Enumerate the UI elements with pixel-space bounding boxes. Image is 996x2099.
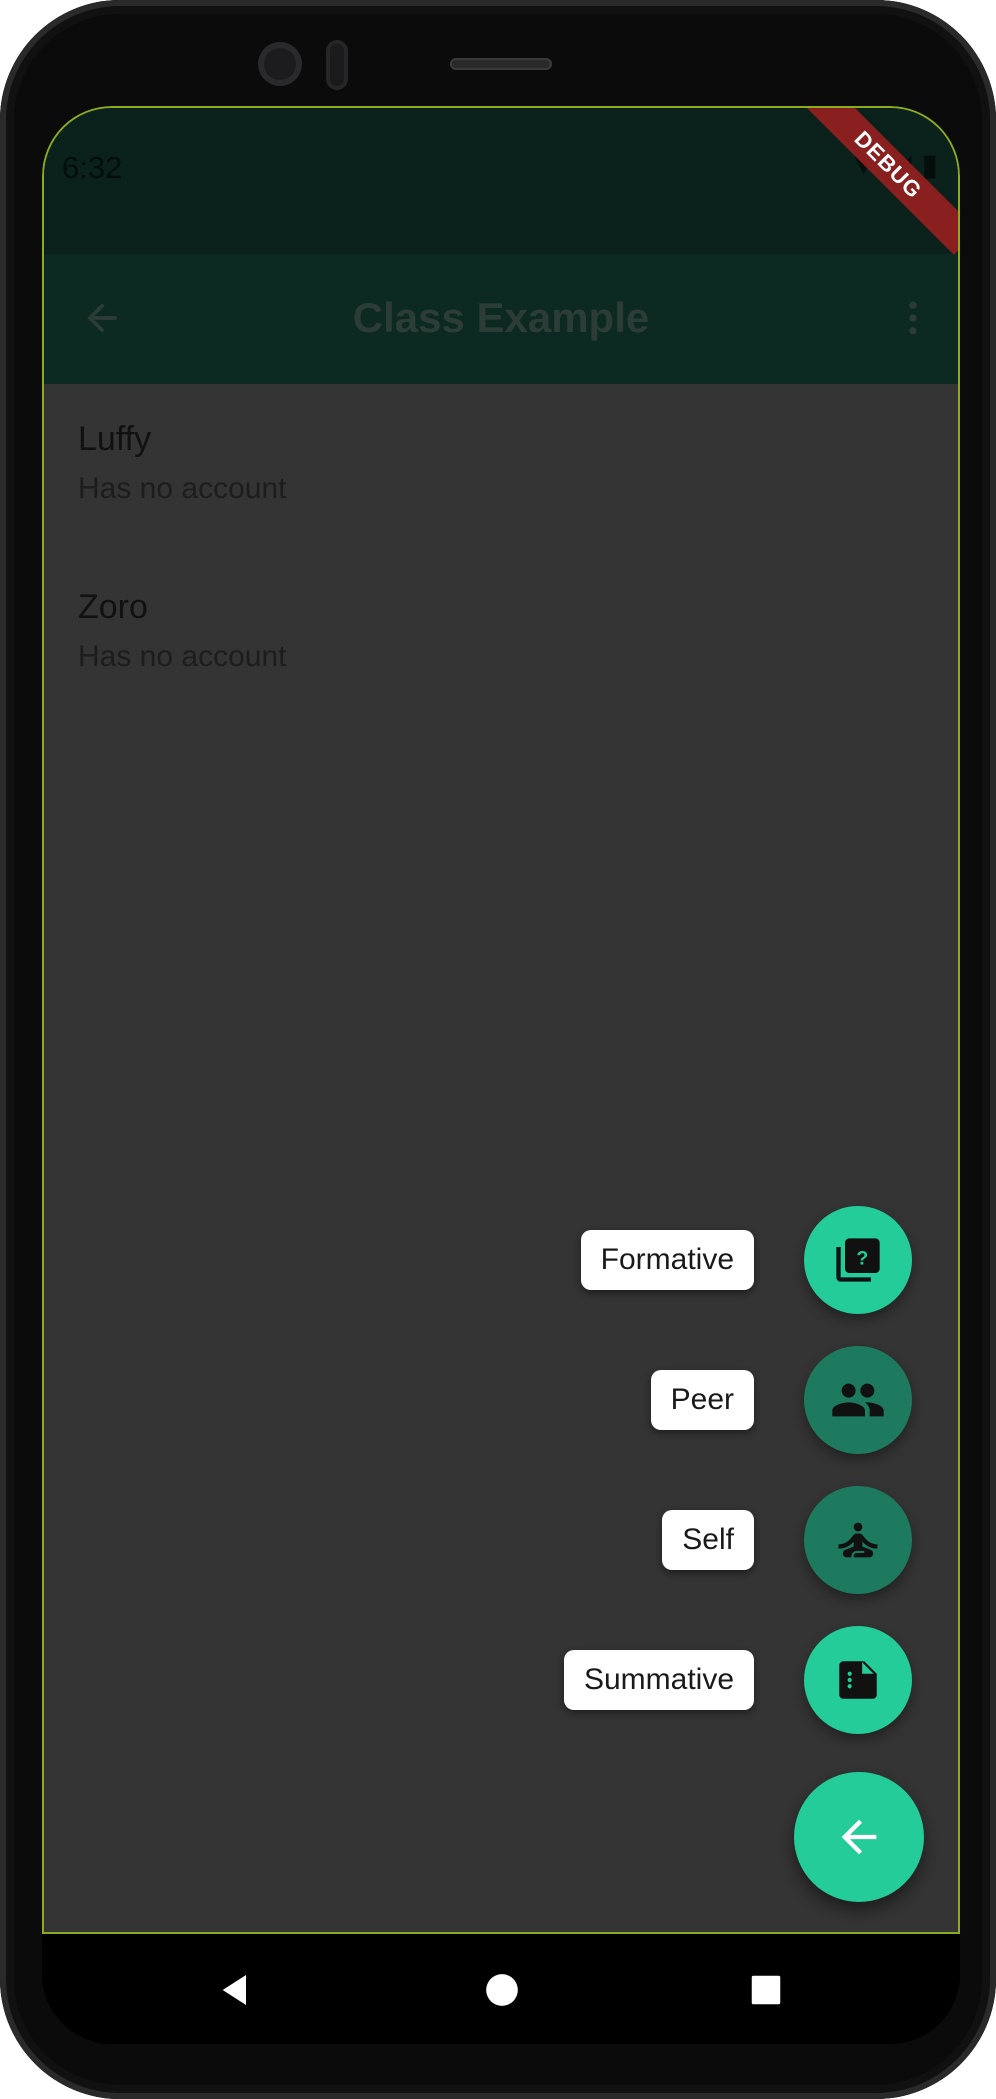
sensor bbox=[326, 40, 348, 90]
nav-recents-button[interactable] bbox=[742, 1966, 790, 2014]
student-list: Luffy Has no account Zoro Has no account bbox=[44, 384, 958, 720]
app-window: 6:32 ▼ ◢ ▮ Class Example bbox=[42, 106, 960, 1934]
status-bar: 6:32 ▼ ◢ ▮ bbox=[44, 108, 958, 254]
nav-back-button[interactable] bbox=[212, 1966, 260, 2014]
fab-option-summative: Summative bbox=[44, 1626, 958, 1734]
fab-option-peer: Peer bbox=[44, 1346, 958, 1454]
student-name: Luffy bbox=[78, 420, 152, 458]
nav-home-icon bbox=[486, 1974, 518, 2006]
summative-button[interactable] bbox=[804, 1626, 912, 1734]
student-name: Zoro bbox=[78, 588, 148, 626]
more-vert-icon bbox=[909, 301, 917, 335]
app-bar: Class Example bbox=[44, 254, 958, 384]
status-time: 6:32 bbox=[62, 150, 123, 185]
nav-recents-icon bbox=[751, 1975, 781, 2005]
formative-button[interactable]: ? bbox=[804, 1206, 912, 1314]
main-fab-button[interactable] bbox=[794, 1772, 924, 1902]
fab-label-summative[interactable]: Summative bbox=[563, 1650, 754, 1710]
overflow-menu-button[interactable] bbox=[888, 288, 938, 348]
fab-label-formative[interactable]: Formative bbox=[580, 1230, 754, 1290]
fab-option-self: Self bbox=[44, 1486, 958, 1594]
list-item[interactable]: Zoro Has no account bbox=[44, 552, 958, 720]
summarize-icon bbox=[839, 1661, 877, 1699]
front-camera bbox=[258, 42, 302, 86]
nav-back-icon bbox=[222, 1975, 246, 2005]
nav-home-button[interactable] bbox=[478, 1966, 526, 2014]
earpiece-speaker bbox=[450, 58, 552, 70]
fab-option-formative: Formative ? bbox=[44, 1206, 958, 1314]
fab-label-self[interactable]: Self bbox=[662, 1510, 754, 1570]
fab-label-peer[interactable]: Peer bbox=[650, 1370, 754, 1430]
quiz-icon: ? bbox=[836, 1238, 880, 1282]
phone-frame: 6:32 ▼ ◢ ▮ Class Example bbox=[0, 0, 996, 2099]
student-subtitle: Has no account bbox=[78, 472, 287, 505]
self-button[interactable] bbox=[804, 1486, 912, 1594]
self-improvement-icon bbox=[838, 1522, 878, 1558]
list-item[interactable]: Luffy Has no account bbox=[44, 384, 958, 552]
student-subtitle: Has no account bbox=[78, 640, 287, 673]
arrow-back-icon bbox=[841, 1819, 877, 1855]
svg-text:?: ? bbox=[856, 1247, 868, 1269]
page-title: Class Example bbox=[352, 294, 650, 341]
peer-button[interactable] bbox=[804, 1346, 912, 1454]
screen: 6:32 ▼ ◢ ▮ Class Example bbox=[42, 106, 960, 2044]
people-icon bbox=[832, 1383, 884, 1417]
system-nav-bar bbox=[42, 1934, 960, 2044]
